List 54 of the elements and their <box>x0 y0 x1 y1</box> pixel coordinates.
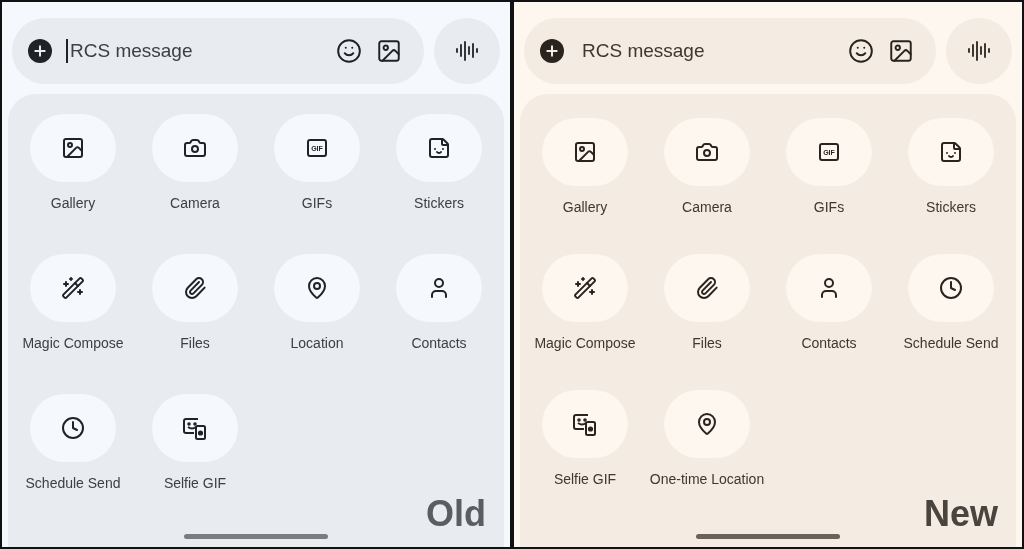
sticker-icon <box>427 136 451 160</box>
wand-icon <box>61 276 85 300</box>
caption: Old <box>426 493 486 535</box>
attachment-label: Selfie GIF <box>163 474 227 493</box>
attachment-label: One-time Location <box>649 470 765 489</box>
add-button[interactable] <box>28 39 52 63</box>
attachment-label: Schedule Send <box>903 334 999 353</box>
attachment-label: Files <box>180 334 210 353</box>
attachment-label: Contacts <box>411 334 467 353</box>
camera-icon <box>695 140 719 164</box>
image-icon <box>573 140 597 164</box>
paperclip-icon <box>695 276 719 300</box>
clock-icon <box>61 416 85 440</box>
attachment-label: Schedule Send <box>25 474 121 493</box>
wand-icon <box>573 276 597 300</box>
attachment-label: GIFs <box>813 198 845 217</box>
message-field[interactable]: RCS message <box>578 39 834 63</box>
attachment-label: Stickers <box>926 198 976 217</box>
smiley-icon <box>848 38 874 64</box>
selfie-icon <box>182 415 208 441</box>
message-field[interactable]: RCS message <box>66 39 322 63</box>
paperclip-icon <box>183 276 207 300</box>
attachment-label: Gallery <box>562 198 608 217</box>
image-icon <box>61 136 85 160</box>
add-button[interactable] <box>540 39 564 63</box>
attachment-label: Contacts <box>801 334 857 353</box>
emoji-button[interactable] <box>336 38 362 64</box>
camera-icon <box>183 136 207 160</box>
image-icon <box>376 38 402 64</box>
attachment-label: Camera <box>682 198 732 217</box>
smiley-icon <box>336 38 362 64</box>
attachment-label: Magic Compose <box>534 334 636 353</box>
attachment-label: Location <box>290 334 344 353</box>
image-button[interactable] <box>888 38 914 64</box>
waveform-icon <box>967 39 991 63</box>
image-button[interactable] <box>376 38 402 64</box>
attachment-label: Selfie GIF <box>553 470 617 489</box>
plus-icon <box>544 43 560 59</box>
attachment-label: Gallery <box>50 194 96 213</box>
sticker-icon <box>939 140 963 164</box>
emoji-button[interactable] <box>848 38 874 64</box>
selfie-icon <box>572 411 598 437</box>
map-pin-icon <box>695 412 719 436</box>
plus-icon <box>32 43 48 59</box>
caption: New <box>923 493 998 535</box>
attachment-label: Camera <box>170 194 220 213</box>
attachment-label: Files <box>692 334 722 353</box>
image-icon <box>888 38 914 64</box>
waveform-icon <box>455 39 479 63</box>
attachment-label: Stickers <box>414 194 464 213</box>
attachment-label: GIFs <box>301 194 333 213</box>
clock-icon <box>939 276 963 300</box>
map-pin-icon <box>305 276 329 300</box>
attachment-label: Magic Compose <box>22 334 124 353</box>
